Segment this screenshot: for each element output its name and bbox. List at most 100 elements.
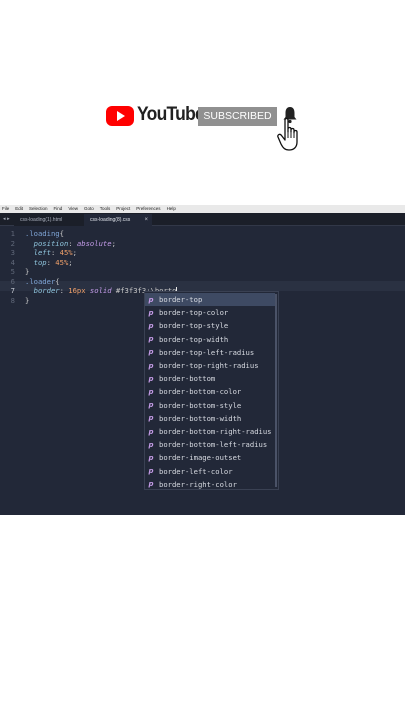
autocomplete-item[interactable]: p border-bottom-color xyxy=(145,385,275,398)
tab-label: css-loading(1).html xyxy=(20,217,63,223)
colon: : xyxy=(59,286,64,295)
menu-tools[interactable]: Tools xyxy=(100,205,111,213)
css-property: border xyxy=(33,286,60,295)
property-icon: p xyxy=(148,348,154,357)
autocomplete-item[interactable]: p border-bottom-style xyxy=(145,399,275,412)
code-line: .loading{ xyxy=(25,229,64,238)
menu-help[interactable]: Help xyxy=(167,205,176,213)
tab-loading-css[interactable]: css-loading(8).css × xyxy=(84,214,152,226)
brace: } xyxy=(25,295,30,305)
code-line: } xyxy=(25,267,29,276)
code-line: left: 45%; xyxy=(25,248,77,257)
autocomplete-scrollbar[interactable] xyxy=(275,294,277,487)
semicolon: ; xyxy=(72,248,77,257)
autocomplete-item[interactable]: p border-left-color xyxy=(145,465,275,478)
autocomplete-item[interactable]: p border-top-color xyxy=(145,306,275,319)
youtube-wordmark: YouTube xyxy=(137,104,205,125)
subscribed-button[interactable]: SUBSCRIBED xyxy=(198,107,277,126)
autocomplete-item[interactable]: p border-top-width xyxy=(145,333,275,346)
semicolon: ; xyxy=(111,238,116,248)
autocomplete-item[interactable]: p border-bottom-width xyxy=(145,412,275,425)
autocomplete-label: border-bottom-style xyxy=(159,400,242,410)
autocomplete-label: border-bottom xyxy=(159,374,216,384)
youtube-logo-icon xyxy=(106,106,134,126)
menu-selection[interactable]: Selection xyxy=(29,205,48,213)
autocomplete-item[interactable]: p border-top-style xyxy=(145,319,275,332)
tab-label: css-loading(8).css xyxy=(90,217,131,223)
code-line: .loader{ xyxy=(25,277,60,286)
autocomplete-item[interactable]: p border-bottom-right-radius xyxy=(145,425,275,438)
menu-edit[interactable]: Edit xyxy=(15,205,23,213)
code-editor-window: File Edit Selection Find View Goto Tools… xyxy=(0,205,405,515)
property-icon: p xyxy=(148,467,154,476)
autocomplete-label: border-bottom-color xyxy=(159,387,242,397)
css-selector: .loading xyxy=(25,229,60,238)
menu-find[interactable]: Find xyxy=(54,205,63,213)
brace: { xyxy=(55,276,60,286)
menu-view[interactable]: View xyxy=(68,205,78,213)
css-property: top xyxy=(33,257,47,267)
menu-project[interactable]: Project xyxy=(116,205,130,213)
css-number: 45% xyxy=(59,248,73,257)
tab-nav-arrows-icon[interactable]: ◂ ▸ xyxy=(3,216,10,222)
line-number-active: 7 xyxy=(10,286,15,295)
line-number: 1 xyxy=(10,229,15,238)
autocomplete-label: border-right-color xyxy=(159,479,237,489)
line-number-gutter: 1 2 3 4 5 6 7 8 xyxy=(0,227,20,515)
autocomplete-label: border-top-left-radius xyxy=(159,347,255,357)
autocomplete-item[interactable]: p border-bottom xyxy=(145,372,275,385)
line-number: 8 xyxy=(10,295,15,305)
brace: { xyxy=(59,229,64,238)
hand-cursor-icon xyxy=(277,117,298,151)
autocomplete-label: border-bottom-left-radius xyxy=(159,440,268,450)
autocomplete-item[interactable]: p border-top xyxy=(145,293,275,307)
menu-preferences[interactable]: Preferences xyxy=(136,205,160,213)
semicolon: ; xyxy=(68,257,73,267)
autocomplete-label: border-top-style xyxy=(159,321,229,331)
css-property: position xyxy=(33,238,69,248)
property-icon: p xyxy=(148,440,154,449)
autocomplete-label: border-top xyxy=(159,295,203,305)
property-icon: p xyxy=(148,427,154,436)
css-value: solid xyxy=(89,286,112,295)
autocomplete-item[interactable]: p border-top-left-radius xyxy=(145,346,275,359)
css-value: absolute xyxy=(76,238,112,248)
autocomplete-label: border-left-color xyxy=(159,466,233,476)
css-number: 16px xyxy=(68,286,86,295)
autocomplete-label: border-image-outset xyxy=(159,453,242,463)
tab-bar: ◂ ▸ css-loading(1).html css-loading(8).c… xyxy=(0,213,405,226)
property-icon: p xyxy=(148,361,154,370)
property-icon: p xyxy=(148,295,154,304)
property-icon: p xyxy=(148,414,154,423)
menu-bar: File Edit Selection Find View Goto Tools… xyxy=(0,205,405,213)
close-icon[interactable]: × xyxy=(144,214,148,226)
menu-goto[interactable]: Goto xyxy=(84,205,94,213)
autocomplete-label: border-top-width xyxy=(159,334,229,344)
autocomplete-item[interactable]: p border-image-outset xyxy=(145,451,275,464)
code-line: top: 45%; xyxy=(25,258,73,267)
property-icon: p xyxy=(148,453,154,462)
line-number: 3 xyxy=(10,248,15,257)
line-number: 2 xyxy=(10,238,15,248)
colon: : xyxy=(50,248,56,257)
line-number: 6 xyxy=(10,276,15,286)
code-line: } xyxy=(25,296,29,305)
property-icon: p xyxy=(148,308,154,317)
colon: : xyxy=(68,238,73,248)
autocomplete-label: border-top-color xyxy=(159,308,229,318)
property-icon: p xyxy=(148,321,154,330)
css-property: left xyxy=(33,248,51,257)
line-number: 4 xyxy=(10,257,15,267)
property-icon: p xyxy=(148,374,154,383)
autocomplete-item[interactable]: p border-top-right-radius xyxy=(145,359,275,372)
autocomplete-popup: p border-top p border-top-color p border-top-… xyxy=(144,291,279,490)
css-number: 45% xyxy=(55,257,69,267)
autocomplete-item[interactable]: p border-bottom-left-radius xyxy=(145,438,275,451)
subscribe-banner: YouTube SUBSCRIBED xyxy=(0,0,405,205)
autocomplete-label: border-bottom-right-radius xyxy=(159,427,272,437)
property-icon: p xyxy=(148,335,154,344)
tab-loading-html[interactable]: css-loading(1).html xyxy=(14,214,84,226)
autocomplete-item[interactable]: p border-right-color xyxy=(145,478,275,491)
brace: } xyxy=(25,267,30,276)
menu-file[interactable]: File xyxy=(2,205,9,213)
